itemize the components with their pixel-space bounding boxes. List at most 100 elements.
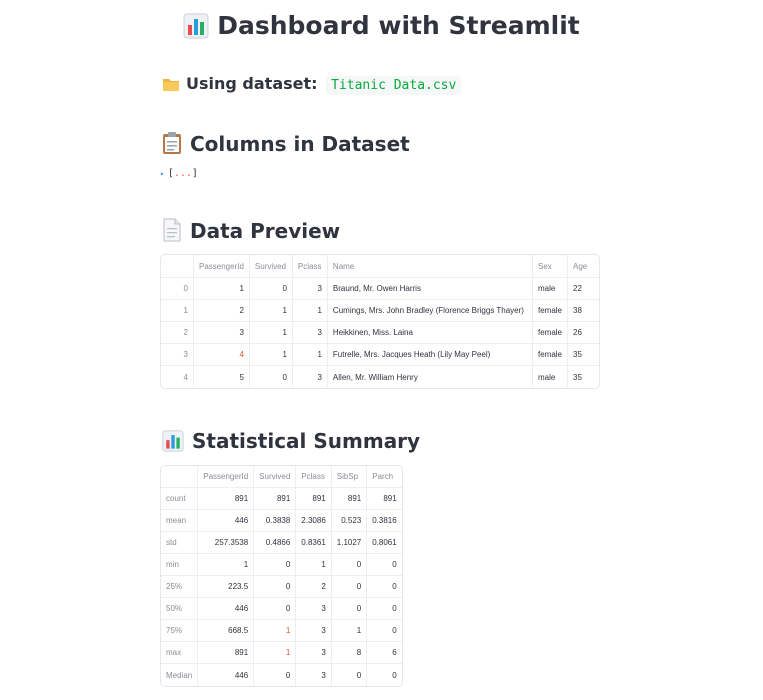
table-cell[interactable]: 0 [367, 598, 402, 620]
table-row[interactable]: count 891 891 891 891 891 [161, 488, 402, 510]
table-cell[interactable]: 891 [198, 642, 255, 664]
table-cell[interactable]: 891 [367, 488, 402, 510]
table-cell[interactable]: 2.3086 [296, 510, 332, 532]
table-cell[interactable]: 891 [198, 488, 255, 510]
table-cell[interactable]: 1 [249, 344, 293, 366]
table-row[interactable]: 4 5 0 3 Allen, Mr. William Henry male 35 [161, 366, 599, 388]
table-cell[interactable]: 4 [194, 344, 250, 366]
table-cell[interactable]: female [532, 344, 568, 366]
table-cell[interactable]: male [532, 278, 568, 300]
table-cell[interactable]: 26 [568, 322, 599, 344]
table-cell[interactable]: 0 [331, 554, 368, 576]
table-cell[interactable]: 1 [254, 642, 297, 664]
table-cell[interactable]: 0 [367, 554, 402, 576]
table-row[interactable]: 25% 223.5 0 2 0 0 [161, 576, 402, 598]
column-header[interactable] [161, 466, 199, 488]
table-cell[interactable]: 1 [331, 620, 368, 642]
column-header[interactable]: Sex [532, 255, 568, 278]
table-row[interactable]: Median 446 0 3 0 0 [161, 664, 402, 686]
table-cell[interactable]: female [532, 300, 568, 322]
table-row[interactable]: max 891 1 3 8 6 [161, 642, 402, 664]
table-cell[interactable]: 0.3838 [254, 510, 297, 532]
table-cell[interactable]: 1.1027 [331, 532, 368, 554]
table-cell[interactable]: 0.523 [331, 510, 368, 532]
table-cell[interactable]: 3 [292, 278, 328, 300]
table-cell[interactable]: 446 [198, 664, 255, 686]
table-cell[interactable]: male [533, 366, 568, 388]
column-header[interactable]: SibSp [331, 466, 368, 488]
table-cell[interactable]: 0 [331, 598, 368, 620]
table-cell[interactable]: 3 [296, 620, 332, 642]
table-row[interactable]: min 1 0 1 0 0 [161, 554, 402, 576]
table-row[interactable]: 3 4 1 1 Futrelle, Mrs. Jacques Heath (Li… [161, 344, 599, 366]
table-cell[interactable]: 0.3816 [367, 510, 402, 532]
table-cell[interactable]: Futrelle, Mrs. Jacques Heath (Lily May P… [327, 344, 533, 366]
table-cell[interactable]: female [532, 322, 568, 344]
table-cell[interactable]: 0 [254, 598, 297, 620]
table-cell[interactable]: 0.4866 [254, 532, 297, 554]
column-header[interactable]: Name [327, 255, 533, 278]
column-header[interactable]: Age [568, 255, 599, 278]
table-cell[interactable]: 1 [292, 344, 328, 366]
column-header[interactable]: Parch [367, 466, 402, 488]
table-cell[interactable]: 6 [367, 642, 402, 664]
table-cell[interactable]: Cumings, Mrs. John Bradley (Florence Bri… [327, 300, 533, 322]
column-header[interactable]: PassengerId [198, 466, 255, 488]
table-cell[interactable]: 0 [367, 576, 402, 598]
column-header[interactable]: Survived [249, 255, 293, 278]
columns-json-toggle[interactable]: ▸ [...] [160, 168, 198, 180]
table-cell[interactable]: 891 [296, 488, 332, 510]
preview-table[interactable]: PassengerId Survived Pclass Name Sex Age… [160, 254, 600, 389]
table-cell[interactable]: 1 [292, 300, 328, 322]
table-cell[interactable]: 8 [331, 642, 368, 664]
column-header[interactable]: Pclass [292, 255, 328, 278]
table-cell[interactable]: Braund, Mr. Owen Harris [327, 278, 533, 300]
table-row[interactable]: 2 3 1 3 Heikkinen, Miss. Laina female 26 [161, 322, 599, 344]
table-row[interactable]: mean 446 0.3838 2.3086 0.523 0.3816 [161, 510, 402, 532]
table-cell[interactable]: 0.8361 [296, 532, 332, 554]
table-cell[interactable]: 0 [254, 576, 297, 598]
table-cell[interactable]: 2 [194, 300, 250, 322]
table-cell[interactable]: 0 [249, 278, 293, 300]
table-cell[interactable]: 0.8061 [367, 532, 402, 554]
table-cell[interactable]: 0 [254, 664, 297, 686]
table-cell[interactable]: 0 [250, 366, 293, 388]
table-cell[interactable]: 35 [568, 366, 599, 388]
table-cell[interactable]: 0 [367, 664, 401, 686]
table-cell[interactable]: 1 [194, 278, 250, 300]
table-cell[interactable]: 22 [568, 278, 599, 300]
table-cell[interactable]: Allen, Mr. William Henry [328, 366, 533, 388]
table-row[interactable]: 50% 446 0 3 0 0 [161, 598, 402, 620]
table-cell[interactable]: 1 [249, 300, 293, 322]
table-cell[interactable]: 1 [198, 554, 255, 576]
table-cell[interactable]: 0 [332, 664, 368, 686]
table-cell[interactable]: 5 [194, 366, 250, 388]
table-cell[interactable]: 1 [249, 322, 293, 344]
table-cell[interactable]: 223.5 [198, 576, 255, 598]
table-cell[interactable]: 35 [568, 344, 599, 366]
table-cell[interactable]: 891 [254, 488, 297, 510]
table-cell[interactable]: 257.3538 [198, 532, 255, 554]
table-row[interactable]: 1 2 1 1 Cumings, Mrs. John Bradley (Flor… [161, 300, 599, 322]
table-cell[interactable]: 3 [296, 598, 332, 620]
table-cell[interactable]: 446 [198, 598, 255, 620]
table-row[interactable]: std 257.3538 0.4866 0.8361 1.1027 0.8061 [161, 532, 402, 554]
table-cell[interactable]: 1 [296, 554, 332, 576]
table-cell[interactable]: 3 [293, 366, 328, 388]
table-row[interactable]: 0 1 0 3 Braund, Mr. Owen Harris male 22 [161, 278, 599, 300]
column-header[interactable]: Pclass [296, 466, 332, 488]
table-cell[interactable]: 3 [296, 664, 332, 686]
summary-table[interactable]: PassengerId Survived Pclass SibSp Parch … [160, 465, 403, 687]
table-cell[interactable]: 2 [296, 576, 332, 598]
table-cell[interactable]: 446 [198, 510, 255, 532]
table-cell[interactable]: Heikkinen, Miss. Laina [327, 322, 533, 344]
table-cell[interactable]: 1 [254, 620, 297, 642]
table-cell[interactable]: 3 [292, 322, 328, 344]
table-cell[interactable]: 3 [194, 322, 250, 344]
table-cell[interactable]: 668.5 [198, 620, 255, 642]
column-header[interactable] [161, 255, 194, 278]
table-cell[interactable]: 891 [331, 488, 368, 510]
table-cell[interactable]: 3 [296, 642, 332, 664]
expand-caret-icon[interactable]: ▸ [160, 169, 165, 178]
table-row[interactable]: 75% 668.5 1 3 1 0 [161, 620, 402, 642]
